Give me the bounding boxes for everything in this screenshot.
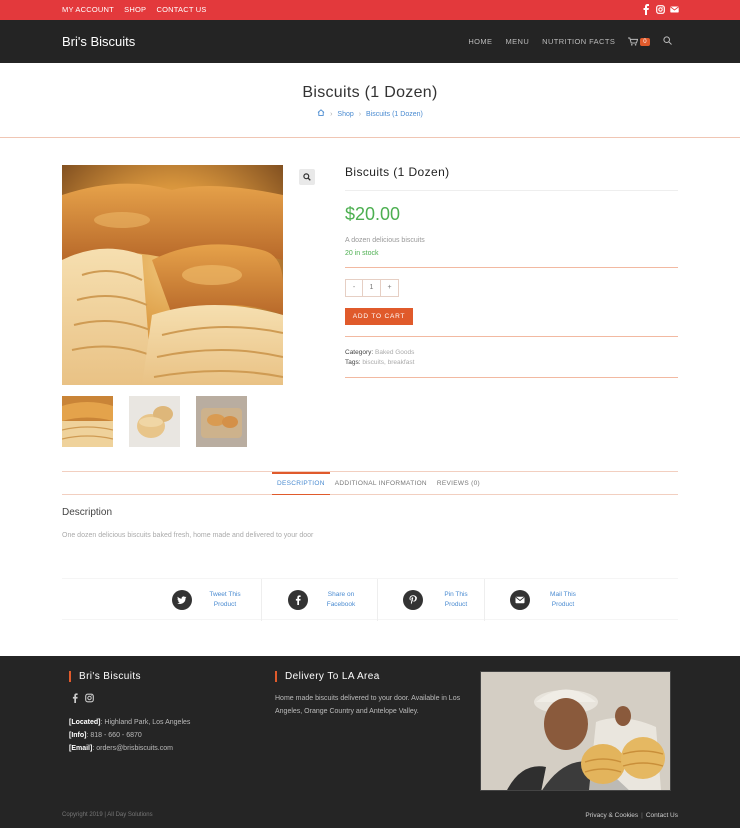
share-bar: Tweet This Product Share on Facebook Pin T…	[62, 578, 678, 621]
breadcrumb-separator: ›	[358, 111, 362, 118]
contact-us-link[interactable]: CONTACT US	[157, 5, 207, 14]
top-links: MY ACCOUNT SHOP CONTACT US	[62, 5, 215, 14]
facebook-icon[interactable]	[642, 4, 650, 15]
product-title: Biscuits (1 Dozen)	[345, 165, 678, 191]
search-icon[interactable]	[663, 36, 672, 47]
divider	[345, 377, 678, 378]
info-label: [Info]	[69, 732, 87, 739]
tags-links[interactable]: biscuits, breakfast	[362, 359, 414, 366]
footer-heading-delivery: Delivery To LA Area	[275, 671, 380, 682]
qty-plus-button[interactable]: +	[381, 279, 399, 297]
divider	[377, 579, 378, 621]
mail-icon	[510, 590, 530, 610]
nav-item-menu[interactable]: MENU	[505, 37, 529, 46]
located-value: : Highland Park, Los Angeles	[100, 719, 191, 726]
page-title: Biscuits (1 Dozen)	[302, 84, 438, 101]
home-icon[interactable]	[317, 109, 327, 118]
product-price: $20.00	[345, 204, 401, 224]
product-short-description: A dozen delicious biscuits	[345, 237, 425, 244]
share-facebook[interactable]: Share on Facebook	[288, 579, 366, 621]
product-category: Category: Baked Goods	[345, 349, 678, 356]
link-separator: |	[641, 812, 643, 819]
qty-input[interactable]: 1	[363, 279, 381, 297]
main-nav: HOME MENU NUTRITION FACTS 0	[468, 36, 672, 47]
footer-contact-info: [Located]: Highland Park, Los Angeles [I…	[69, 716, 190, 755]
divider	[261, 579, 262, 621]
site-header: Bri's Biscuits HOME MENU NUTRITION FACTS…	[0, 20, 740, 63]
footer-social	[72, 693, 94, 706]
divider	[345, 267, 678, 268]
divider	[345, 336, 678, 337]
tab-reviews[interactable]: REVIEWS (0)	[432, 472, 485, 495]
site-footer: Bri's Biscuits [Located]: Highland Park,…	[0, 656, 740, 828]
description-text: One dozen delicious biscuits baked fresh…	[62, 532, 314, 539]
tab-additional-information[interactable]: ADDITIONAL INFORMATION	[330, 472, 432, 495]
privacy-cookies-link[interactable]: Privacy & Cookies	[585, 812, 638, 819]
footer-heading-brand: Bri's Biscuits	[69, 671, 141, 682]
share-pinterest[interactable]: Pin This Product	[403, 579, 481, 621]
cart-button[interactable]: 0	[628, 37, 650, 46]
tab-description[interactable]: DESCRIPTION	[272, 472, 330, 495]
divider	[484, 579, 485, 621]
share-pinterest-line1: Pin This	[444, 591, 468, 598]
contact-us-footer-link[interactable]: Contact Us	[646, 812, 678, 819]
pinterest-icon	[403, 590, 423, 610]
top-social	[642, 4, 679, 15]
description-heading: Description	[62, 507, 113, 518]
breadcrumb: › Shop › Biscuits (1 Dozen)	[0, 109, 740, 118]
share-facebook-line2: Facebook	[326, 601, 356, 608]
product-main-image[interactable]	[62, 165, 283, 385]
share-twitter-line1: Tweet This	[209, 591, 241, 598]
breadcrumb-current[interactable]: Biscuits (1 Dozen)	[366, 111, 423, 118]
cart-count-badge: 0	[640, 37, 650, 46]
product-thumbnail[interactable]	[196, 396, 247, 447]
cart-icon	[628, 37, 639, 46]
add-to-cart-button[interactable]: ADD TO CART	[345, 308, 413, 325]
magnifier-icon	[303, 173, 311, 181]
footer-links: Privacy & Cookies | Contact Us	[585, 812, 678, 819]
nav-item-nutrition-facts[interactable]: NUTRITION FACTS	[542, 37, 615, 46]
share-twitter-line2: Product	[213, 601, 237, 608]
footer-delivery-text: Home made biscuits delivered to your doo…	[275, 695, 461, 715]
zoom-button[interactable]	[299, 169, 315, 185]
share-facebook-line1: Share on	[327, 591, 355, 598]
product-summary: Biscuits (1 Dozen) $20.00 A dozen delici…	[345, 165, 678, 378]
shop-link[interactable]: SHOP	[124, 5, 146, 14]
email-label: [Email]	[69, 745, 93, 752]
product-thumbnail[interactable]	[129, 396, 180, 447]
breadcrumb-shop[interactable]: Shop	[337, 111, 353, 118]
footer-photo	[480, 671, 671, 791]
product-tags: Tags: biscuits, breakfast	[345, 359, 678, 366]
email-value[interactable]: : orders@brisbiscuits.com	[92, 745, 173, 752]
category-link[interactable]: Baked Goods	[375, 349, 414, 356]
facebook-icon	[288, 590, 308, 610]
category-label: Category:	[345, 349, 374, 356]
mail-icon[interactable]	[670, 4, 679, 15]
qty-minus-button[interactable]: -	[345, 279, 363, 297]
tags-label: Tags:	[345, 359, 361, 366]
copyright-text: Copyright 2019 | All Day Solutions	[62, 812, 153, 818]
share-pinterest-line2: Product	[444, 601, 468, 608]
page-header: Biscuits (1 Dozen) › Shop › Biscuits (1 …	[0, 63, 740, 138]
phone-value: : 818 - 660 - 6870	[86, 732, 142, 739]
nav-item-home[interactable]: HOME	[468, 37, 492, 46]
site-logo[interactable]: Bri's Biscuits	[62, 34, 135, 49]
product-tabs: DESCRIPTION ADDITIONAL INFORMATION REVIE…	[62, 471, 678, 495]
top-bar: MY ACCOUNT SHOP CONTACT US	[0, 0, 740, 20]
instagram-icon[interactable]	[85, 693, 94, 706]
quantity-stepper: - 1 +	[345, 279, 678, 297]
breadcrumb-separator: ›	[330, 111, 333, 118]
stock-status: 20 in stock	[345, 250, 379, 257]
located-label: [Located]	[69, 719, 101, 726]
instagram-icon[interactable]	[656, 4, 665, 15]
my-account-link[interactable]: MY ACCOUNT	[62, 5, 114, 14]
twitter-icon	[172, 590, 192, 610]
share-mail-line1: Mail This	[550, 591, 576, 598]
share-mail-line2: Product	[551, 601, 575, 608]
product-thumbnail[interactable]	[62, 396, 113, 447]
share-twitter[interactable]: Tweet This Product	[172, 579, 250, 621]
facebook-icon[interactable]	[72, 693, 78, 706]
share-mail[interactable]: Mail This Product	[510, 579, 588, 621]
